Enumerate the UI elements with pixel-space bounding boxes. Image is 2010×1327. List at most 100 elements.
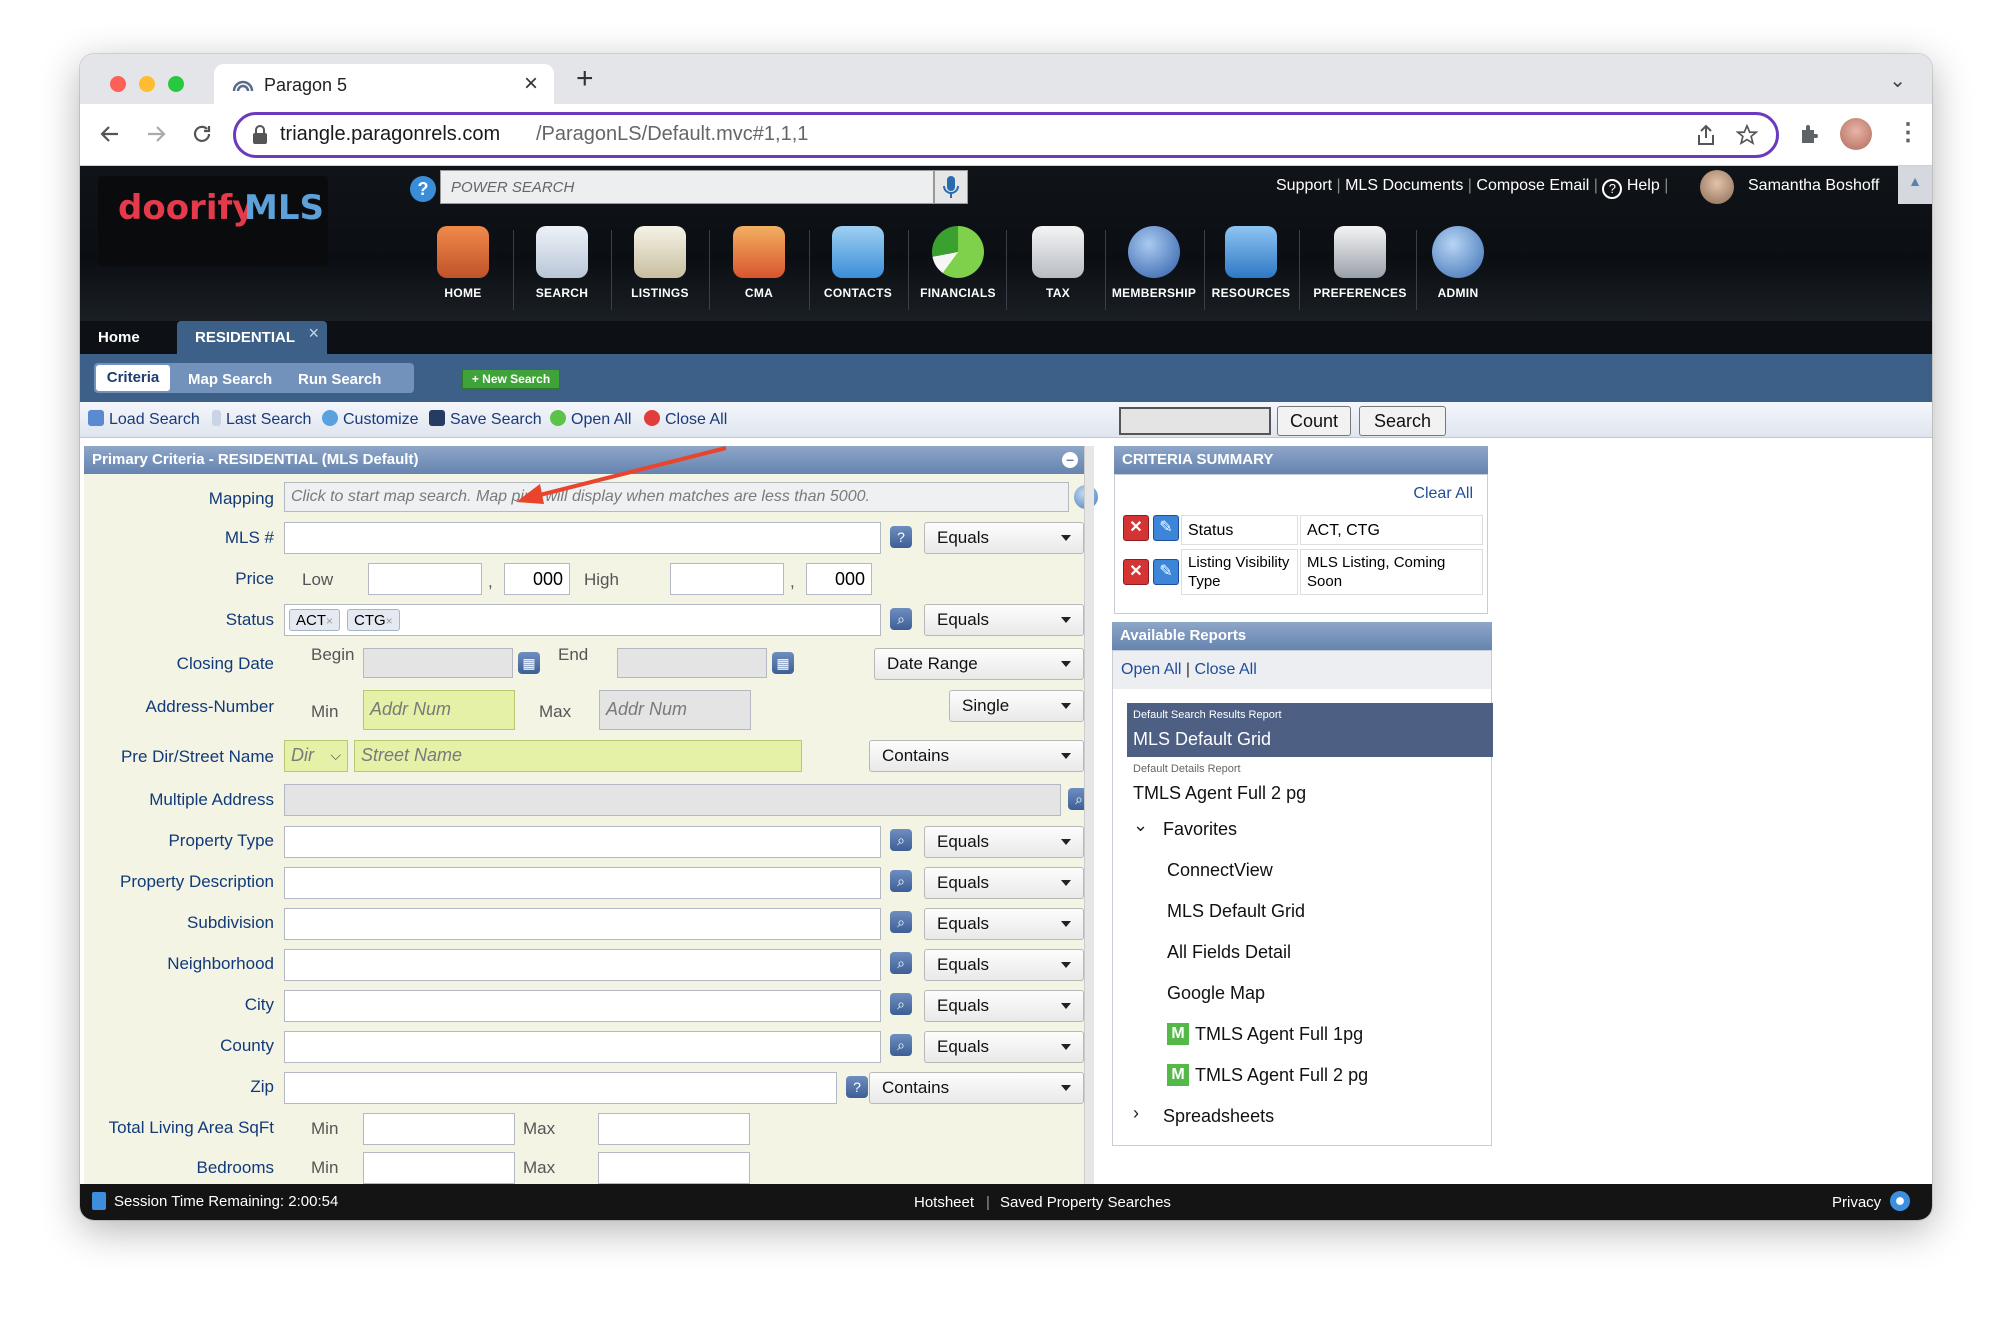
sqft-min-input[interactable] [363,1113,515,1145]
spreadsheets-folder[interactable]: Spreadsheets [1163,1106,1274,1127]
address-bar[interactable]: triangle.paragonrels.com /ParagonLS/Defa… [233,112,1779,158]
load-search-button[interactable]: Load Search [88,410,200,429]
help-question-icon[interactable]: ? [846,1076,868,1098]
bedrooms-max-input[interactable] [598,1152,750,1184]
mls-number-input[interactable] [284,522,881,554]
help-circle-icon[interactable]: ? [1602,179,1623,199]
bedrooms-min-input[interactable] [363,1152,515,1184]
search-button[interactable]: Search [1359,406,1446,436]
closing-operator-select[interactable]: Date Range [874,648,1084,680]
address-number-min-input[interactable]: Addr Num [363,690,515,730]
remove-criteria-icon[interactable]: ✕ [1123,515,1149,541]
closing-end-input[interactable] [617,648,767,678]
city-input[interactable] [284,990,881,1022]
compose-email-link[interactable]: Compose Email [1476,177,1589,194]
tab-residential[interactable]: RESIDENTIAL × [177,321,327,354]
edit-pencil-icon[interactable]: ✎ [1153,515,1179,541]
multiple-address-input[interactable] [284,784,1061,816]
privacy-link[interactable]: Privacy [1832,1194,1881,1211]
extensions-puzzle-icon[interactable] [1798,122,1822,146]
nav-search[interactable]: SEARCH [516,226,608,300]
support-link[interactable]: Support [1276,177,1332,194]
lookup-magnifier-icon[interactable]: ⌕ [890,829,912,851]
county-input[interactable] [284,1031,881,1063]
new-tab-icon[interactable]: + [576,62,594,96]
save-search-button[interactable]: Save Search [429,410,542,429]
saved-property-searches-link[interactable]: Saved Property Searches [1000,1194,1171,1211]
close-all-button[interactable]: Close All [644,410,727,429]
nav-admin[interactable]: ADMIN [1412,226,1504,300]
report-item[interactable]: ConnectView [1167,860,1273,881]
user-avatar[interactable] [1700,170,1734,204]
nav-resources[interactable]: RESOURCES [1205,226,1297,300]
lookup-magnifier-icon[interactable]: ⌕ [890,911,912,933]
subdivision-operator-select[interactable]: Equals [924,908,1084,940]
subtab-map-search[interactable]: Map Search [188,371,272,388]
price-low-input[interactable] [368,563,482,595]
neighborhood-input[interactable] [284,949,881,981]
zip-operator-select[interactable]: Contains [869,1072,1084,1104]
power-search-input[interactable]: POWER SEARCH [440,170,934,204]
closing-begin-input[interactable] [363,648,513,678]
remove-criteria-icon[interactable]: ✕ [1123,559,1149,585]
chevron-down-icon[interactable]: ⌄ [1133,815,1148,836]
nav-membership[interactable]: MEMBERSHIP [1108,226,1200,300]
lookup-magnifier-icon[interactable]: ⌕ [890,608,912,630]
address-number-max-input[interactable]: Addr Num [599,690,751,730]
new-search-button[interactable]: + New Search [462,369,560,389]
chevron-right-icon[interactable]: › [1133,1103,1139,1124]
property-description-operator-select[interactable]: Equals [924,867,1084,899]
nav-financials[interactable]: FINANCIALS [912,226,1004,300]
close-tab-icon[interactable]: × [524,70,538,98]
report-item[interactable]: Google Map [1167,983,1265,1004]
clear-all-link[interactable]: Clear All [1413,485,1473,503]
customize-button[interactable]: Customize [322,410,419,429]
sqft-max-input[interactable] [598,1113,750,1145]
reload-icon[interactable] [190,122,214,146]
reports-close-all-link[interactable]: Close All [1195,661,1257,678]
close-window-button[interactable] [110,76,126,92]
county-operator-select[interactable]: Equals [924,1031,1084,1063]
status-operator-select[interactable]: Equals [924,604,1084,636]
nav-cma[interactable]: CMA [713,226,805,300]
nav-contacts[interactable]: CONTACTS [812,226,904,300]
subdivision-input[interactable] [284,908,881,940]
status-tag[interactable]: ACT× [289,609,341,631]
report-item[interactable]: All Fields Detail [1167,942,1291,963]
open-all-button[interactable]: Open All [550,410,631,429]
hotsheet-link[interactable]: Hotsheet [914,1194,974,1211]
lookup-magnifier-icon[interactable]: ⌕ [890,952,912,974]
calendar-icon[interactable]: ▦ [772,652,794,674]
edit-pencil-icon[interactable]: ✎ [1153,559,1179,585]
address-operator-select[interactable]: Single [949,690,1084,722]
mls-operator-select[interactable]: Equals [924,522,1084,554]
reports-open-all-link[interactable]: Open All [1121,661,1181,678]
browser-tab[interactable]: Paragon 5 × [214,64,554,106]
profile-avatar[interactable] [1840,118,1872,150]
default-search-report[interactable]: Default Search Results Report MLS Defaul… [1127,703,1493,757]
criteria-scrollbar[interactable] [1084,446,1094,1186]
last-search-button[interactable]: Last Search [212,410,311,429]
street-operator-select[interactable]: Contains [869,740,1084,772]
nav-home[interactable]: HOME [417,226,509,300]
calendar-icon[interactable]: ▦ [518,652,540,674]
lookup-magnifier-icon[interactable]: ⌕ [890,1034,912,1056]
bookmark-star-icon[interactable] [1736,124,1758,146]
share-icon[interactable] [1696,124,1716,146]
zoom-window-button[interactable] [168,76,184,92]
property-description-input[interactable] [284,867,881,899]
nav-tax[interactable]: TAX [1012,226,1104,300]
collapse-panel-icon[interactable]: – [1062,452,1078,468]
subtab-criteria[interactable]: Criteria [96,365,170,391]
price-high-input[interactable] [670,563,784,595]
count-button[interactable]: Count [1277,406,1351,436]
report-item[interactable]: TMLS Agent Full 2 pg [1195,1065,1368,1086]
remove-tag-icon[interactable]: × [386,614,393,628]
status-tag[interactable]: CTG× [347,609,400,631]
neighborhood-operator-select[interactable]: Equals [924,949,1084,981]
browser-menu-icon[interactable]: ⋮ [1896,118,1920,147]
remove-tag-icon[interactable]: × [326,614,333,628]
street-dir-select[interactable]: Dir ⌵ [284,740,348,772]
forward-arrow-icon[interactable] [144,122,168,146]
favorites-folder[interactable]: Favorites [1163,819,1237,840]
